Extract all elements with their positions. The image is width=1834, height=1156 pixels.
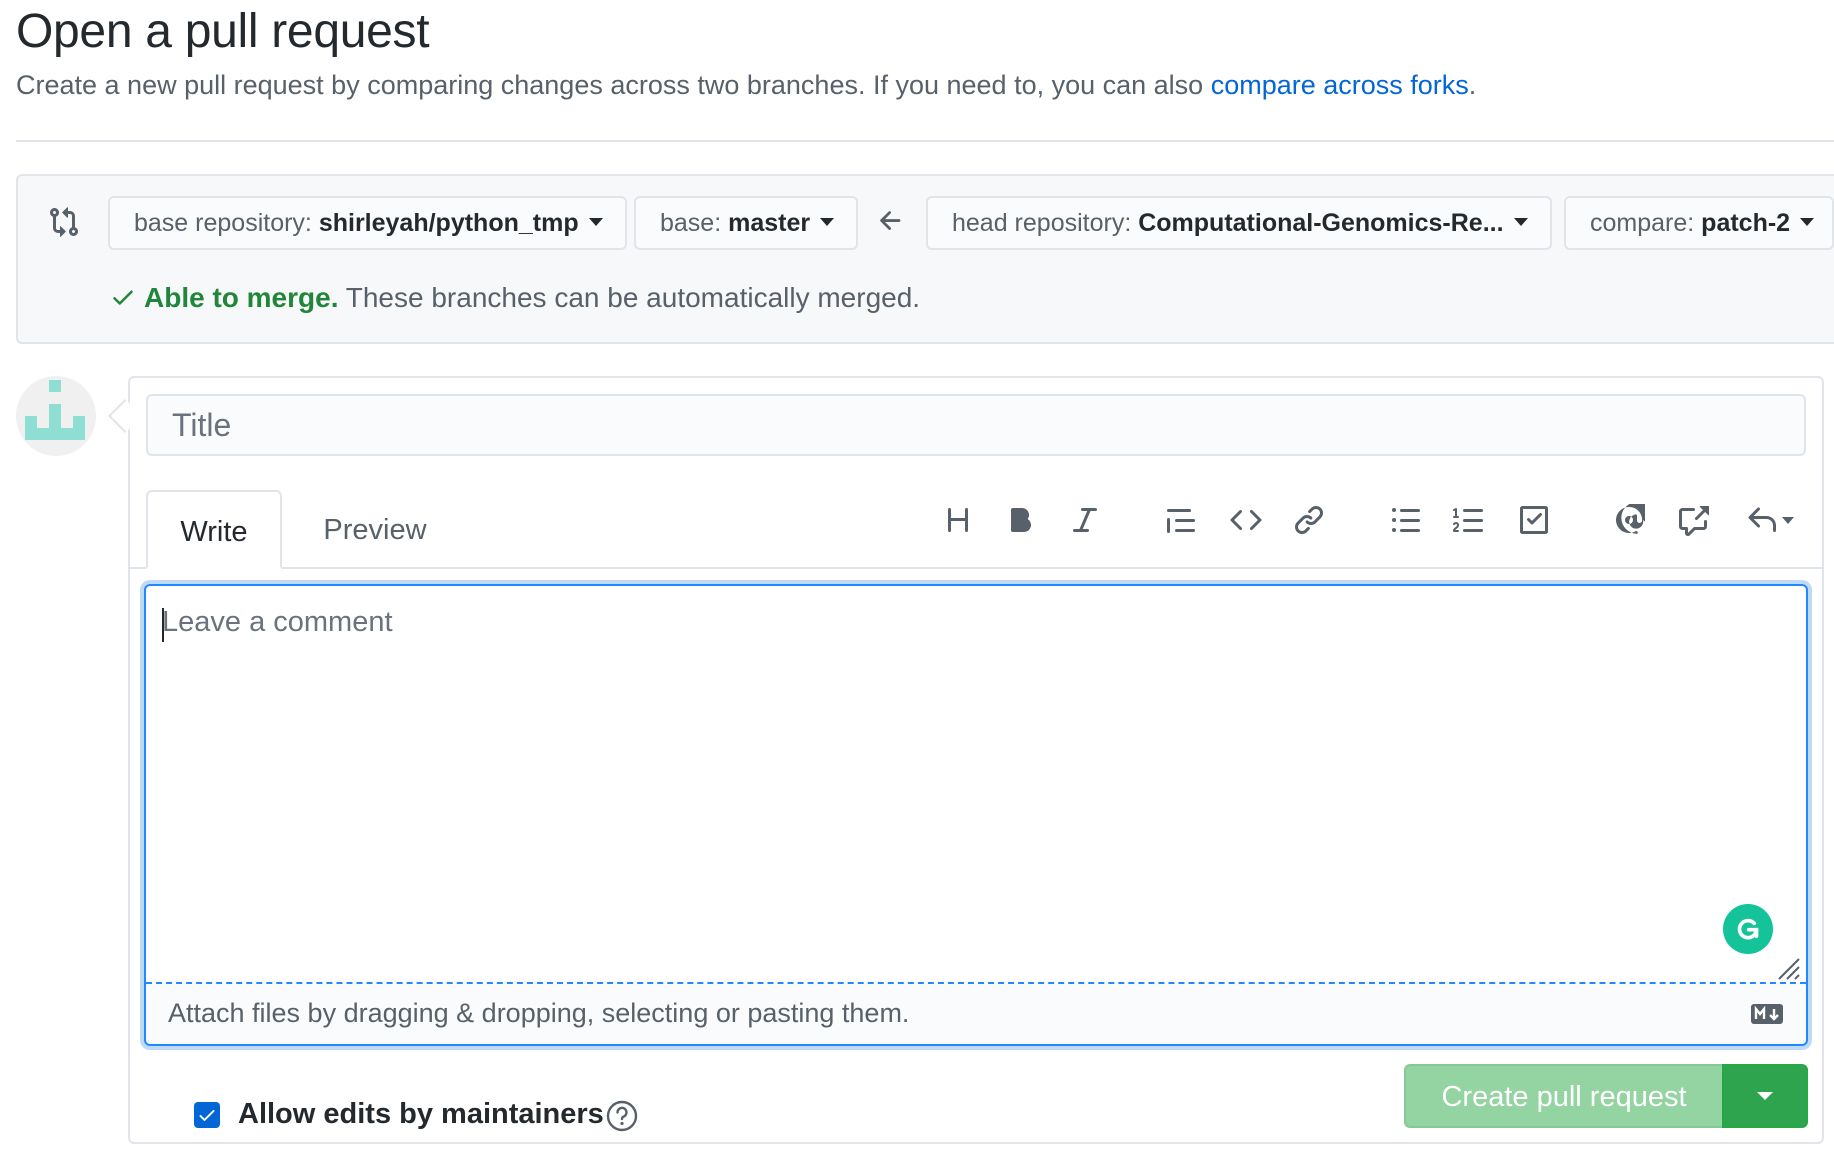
compare-branch-value: patch-2 — [1701, 209, 1791, 237]
caret-down-icon — [820, 218, 835, 227]
tab-preview[interactable]: Preview — [300, 490, 450, 569]
help-icon[interactable] — [606, 1100, 638, 1132]
markdown-icon[interactable] — [1750, 1003, 1784, 1025]
mention-icon[interactable] — [1609, 500, 1649, 540]
comment-textarea[interactable] — [144, 584, 1808, 1046]
create-pull-request-button[interactable]: Create pull request — [1404, 1064, 1724, 1128]
caret-down-icon — [588, 218, 603, 227]
head-repository-label: head repository: — [952, 209, 1139, 237]
base-repository-select[interactable]: base repository: shirleyah/python_tmp — [108, 196, 627, 250]
text-cursor — [162, 608, 164, 642]
bulleted-list-icon[interactable] — [1386, 500, 1426, 540]
base-branch-value: master — [728, 209, 811, 237]
git-compare-icon — [48, 206, 80, 238]
base-branch-select[interactable]: base: master — [634, 196, 859, 250]
page-title: Open a pull request — [16, 5, 430, 58]
merge-ok-text: Able to merge. — [144, 282, 339, 313]
arrow-left-icon — [876, 206, 906, 236]
caret-down-icon — [1513, 218, 1528, 227]
page-description: Create a new pull request by comparing c… — [16, 70, 1476, 101]
allow-edits-label[interactable]: Allow edits by maintainers — [238, 1098, 604, 1131]
tab-write[interactable]: Write — [146, 490, 282, 569]
comment-placeholder: Leave a comment — [162, 606, 393, 638]
description-end: . — [1468, 70, 1477, 100]
description-text: Create a new pull request by comparing c… — [16, 70, 1211, 100]
merge-detail-text: These branches can be automatically merg… — [338, 282, 921, 313]
attach-files-text: Attach files by dragging & dropping, sel… — [168, 998, 910, 1028]
base-repository-label: base repository: — [134, 209, 319, 237]
numbered-list-icon[interactable] — [1449, 500, 1489, 540]
allow-edits-checkbox[interactable] — [194, 1102, 220, 1128]
title-input[interactable] — [146, 394, 1806, 456]
caret-down-icon — [1800, 218, 1815, 227]
resize-handle-icon[interactable] — [1775, 955, 1801, 981]
avatar[interactable] — [16, 376, 96, 456]
code-icon[interactable] — [1226, 500, 1266, 540]
link-icon[interactable] — [1289, 500, 1329, 540]
compare-branch-select[interactable]: compare: patch-2 — [1564, 196, 1834, 250]
quote-icon[interactable] — [1161, 500, 1201, 540]
bold-icon[interactable] — [1001, 500, 1041, 540]
task-list-icon[interactable] — [1514, 500, 1554, 540]
grammarly-icon[interactable] — [1723, 904, 1773, 954]
heading-icon[interactable] — [938, 500, 978, 540]
caret-down-icon — [1757, 1092, 1773, 1100]
head-repository-select[interactable]: head repository: Computational-Genomics-… — [926, 196, 1552, 250]
check-icon — [113, 290, 133, 305]
compare-across-forks-link[interactable]: compare across forks — [1211, 70, 1469, 100]
head-repository-value: Computational-Genomics-Re... — [1138, 209, 1504, 237]
base-repository-value: shirleyah/python_tmp — [318, 209, 579, 237]
merge-status: Able to merge. These branches can be aut… — [110, 282, 920, 314]
header-divider — [16, 140, 1834, 142]
attach-divider — [146, 982, 1806, 984]
base-branch-label: base: — [660, 209, 729, 237]
reply-icon[interactable] — [1738, 500, 1802, 540]
cross-reference-icon[interactable] — [1673, 500, 1713, 540]
italic-icon[interactable] — [1065, 500, 1105, 540]
caret-down-icon — [1782, 516, 1794, 524]
compare-branch-label: compare: — [1590, 209, 1702, 237]
create-options-dropdown[interactable] — [1722, 1064, 1808, 1128]
